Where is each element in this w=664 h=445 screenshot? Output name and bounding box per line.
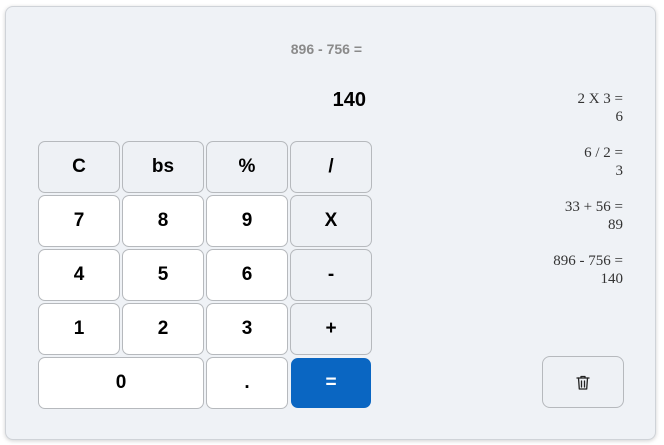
- history-expression: 896 - 756 =: [553, 253, 623, 269]
- history-item[interactable]: 6 / 2 = 3: [423, 144, 623, 180]
- clear-history-button[interactable]: [542, 356, 624, 408]
- history-item[interactable]: 896 - 756 = 140: [423, 252, 623, 288]
- history-item[interactable]: 33 + 56 = 89: [423, 198, 623, 234]
- digit-5-button[interactable]: 5: [122, 249, 204, 301]
- history-result: 140: [600, 271, 624, 287]
- history-result: 89: [608, 217, 623, 233]
- digit-3-button[interactable]: 3: [206, 303, 288, 355]
- digit-6-button[interactable]: 6: [206, 249, 288, 301]
- history-result: 6: [615, 109, 624, 125]
- result-display: 140: [332, 89, 366, 111]
- history-expression: 33 + 56 =: [564, 199, 623, 215]
- percent-button[interactable]: %: [206, 141, 288, 193]
- history-expression: 2 X 3 =: [577, 91, 623, 107]
- trash-icon: [576, 375, 590, 390]
- digit-7-button[interactable]: 7: [38, 195, 120, 247]
- multiply-button[interactable]: X: [290, 195, 372, 247]
- digit-9-button[interactable]: 9: [206, 195, 288, 247]
- backspace-button[interactable]: bs: [122, 141, 204, 193]
- digit-2-button[interactable]: 2: [122, 303, 204, 355]
- minus-button[interactable]: -: [290, 249, 372, 301]
- history-result: 3: [615, 163, 624, 179]
- digit-0-button[interactable]: 0: [38, 357, 204, 409]
- digit-1-button[interactable]: 1: [38, 303, 120, 355]
- plus-button[interactable]: +: [290, 303, 372, 355]
- history-item[interactable]: 2 X 3 = 6: [423, 90, 623, 126]
- equals-button[interactable]: =: [291, 358, 371, 408]
- clear-button[interactable]: C: [38, 141, 120, 193]
- decimal-button[interactable]: .: [206, 357, 288, 409]
- digit-4-button[interactable]: 4: [38, 249, 120, 301]
- history-expression: 6 / 2 =: [584, 145, 623, 161]
- divide-button[interactable]: /: [290, 141, 372, 193]
- expression-display: 896 - 756 =: [290, 41, 362, 57]
- digit-8-button[interactable]: 8: [122, 195, 204, 247]
